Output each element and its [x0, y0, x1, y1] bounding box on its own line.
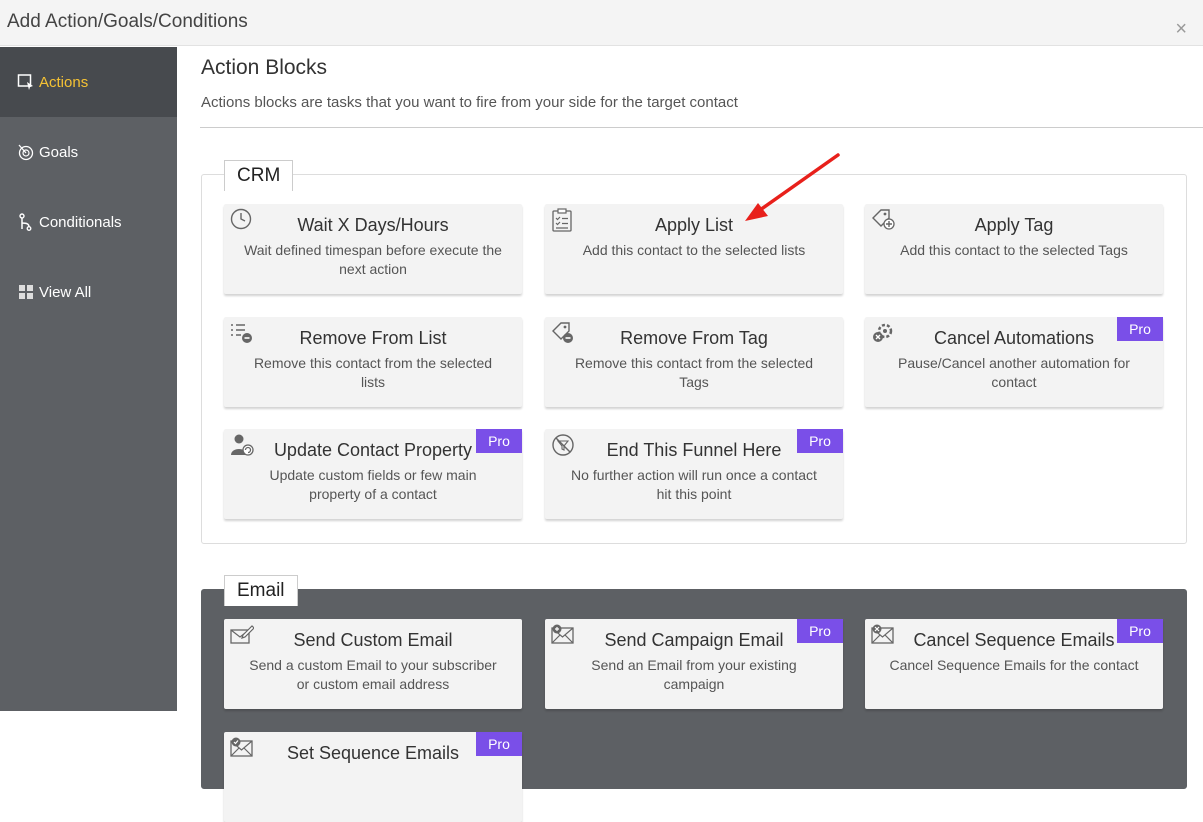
sidebar: Actions Goals Conditionals View All — [0, 47, 177, 711]
action-card-set-sequence-emails[interactable]: Set Sequence Emails Pro — [224, 732, 522, 822]
sidebar-item-label: Actions — [39, 73, 89, 91]
sidebar-item-label: Goals — [39, 143, 79, 161]
conditional-icon — [17, 213, 35, 231]
card-description: Send an Email from your existing campaig… — [591, 657, 797, 692]
grid-icon — [17, 283, 35, 301]
goal-icon — [17, 143, 35, 161]
action-card-cancel-sequence-emails[interactable]: Cancel Sequence Emails Cancel Sequence E… — [865, 619, 1163, 709]
sidebar-item-view-all[interactable]: View All — [0, 257, 177, 327]
sidebar-item-conditionals[interactable]: Conditionals — [0, 187, 177, 257]
card-description: Add this contact to the selected lists — [582, 242, 806, 258]
window-title: Add Action/Goals/Conditions — [7, 11, 248, 32]
action-card-remove-from-tag[interactable]: Remove From Tag Remove this contact from… — [545, 317, 843, 407]
page-subtitle: Actions blocks are tasks that you want t… — [201, 94, 738, 111]
action-card-end-funnel[interactable]: End This Funnel Here No further action w… — [545, 429, 843, 519]
card-title: Remove From Tag — [620, 328, 768, 348]
divider — [200, 127, 1203, 128]
card-title: Remove From List — [299, 328, 447, 348]
card-description: Wait defined timespan before execute the… — [244, 242, 502, 277]
action-card-apply-tag[interactable]: Apply Tag Add this contact to the select… — [865, 204, 1163, 294]
card-description: Pause/Cancel another automation for cont… — [898, 355, 1130, 390]
action-icon — [17, 73, 35, 91]
action-card-send-campaign-email[interactable]: Send Campaign Email Send an Email from y… — [545, 619, 843, 709]
pro-badge: Pro — [1117, 317, 1163, 341]
section-label-email: Email — [224, 575, 298, 606]
action-card-cancel-automations[interactable]: Cancel Automations Pause/Cancel another … — [865, 317, 1163, 407]
card-description: Update custom fields or few main propert… — [269, 467, 477, 502]
pro-badge: Pro — [476, 429, 522, 453]
action-card-send-custom-email[interactable]: Send Custom Email Send a custom Email to… — [224, 619, 522, 709]
action-card-update-contact-property[interactable]: Update Contact Property Update custom fi… — [224, 429, 522, 519]
pro-badge: Pro — [1117, 619, 1163, 643]
action-card-remove-from-list[interactable]: Remove From List Remove this contact fro… — [224, 317, 522, 407]
page-title: Action Blocks — [201, 56, 328, 79]
sidebar-item-label: Conditionals — [39, 213, 122, 231]
pro-badge: Pro — [797, 619, 843, 643]
card-title: Apply Tag — [974, 215, 1054, 235]
pro-badge: Pro — [797, 429, 843, 453]
card-title: Apply List — [654, 215, 734, 235]
title-bar: Add Action/Goals/Conditions × — [0, 0, 1203, 46]
action-card-apply-list[interactable]: Apply List Add this contact to the selec… — [545, 204, 843, 294]
pro-badge: Pro — [476, 732, 522, 756]
sidebar-item-label: View All — [39, 283, 92, 301]
close-icon[interactable]: × — [1175, 19, 1187, 39]
action-card-wait[interactable]: Wait X Days/Hours Wait defined timespan … — [224, 204, 522, 294]
card-description: Send a custom Email to your subscriber o… — [249, 657, 497, 692]
card-description: Cancel Sequence Emails for the contact — [889, 657, 1139, 673]
card-description: Remove this contact from the selected li… — [253, 355, 493, 390]
card-description: Add this contact to the selected Tags — [900, 242, 1128, 258]
card-description: Remove this contact from the selected Ta… — [574, 355, 814, 390]
card-description: No further action will run once a contac… — [571, 467, 817, 502]
sidebar-item-actions[interactable]: Actions — [0, 47, 177, 117]
sidebar-item-goals[interactable]: Goals — [0, 117, 177, 187]
card-title: Wait X Days/Hours — [297, 215, 449, 235]
card-title: Send Custom Email — [293, 630, 453, 650]
section-label-crm: CRM — [224, 160, 294, 191]
